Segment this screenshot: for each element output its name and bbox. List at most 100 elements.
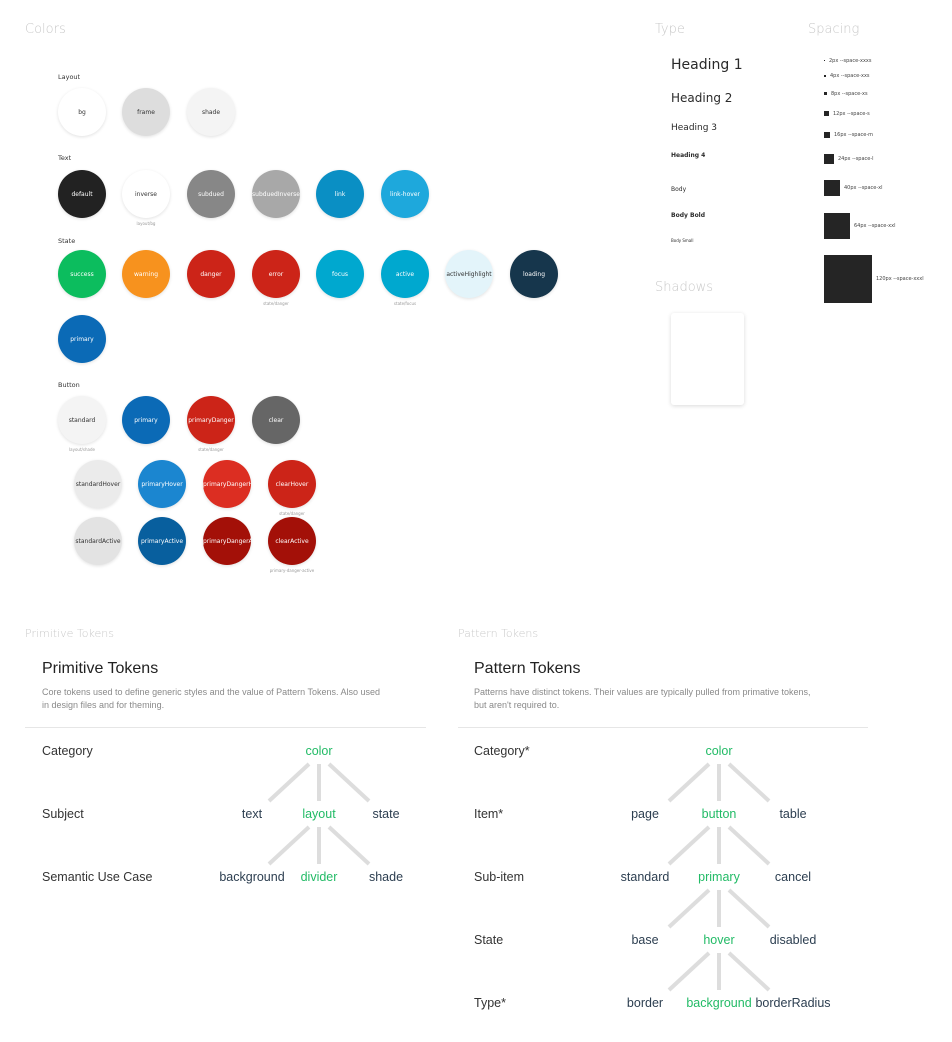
tree-connector: [727, 888, 771, 929]
color-swatch: primaryDangerActive: [203, 517, 251, 565]
swatch-name: focus: [331, 270, 348, 278]
primitive-tokens-description: Core tokens used to define generic style…: [42, 686, 380, 712]
tree-connector: [667, 888, 711, 929]
tree-connector: [327, 762, 371, 803]
swatch-name: active: [395, 270, 415, 278]
swatch-name: standardHover: [75, 480, 121, 488]
tree-level-label: Category: [42, 744, 93, 758]
color-swatch: focus: [316, 250, 364, 298]
color-swatch: primary: [58, 315, 106, 363]
shadows-section-title: Shadows: [655, 280, 714, 295]
swatch-alias-note: state/danger: [263, 301, 289, 306]
description-line: in design files and for theming.: [42, 700, 165, 710]
color-swatch: standardHover: [74, 460, 122, 508]
swatch-name: success: [70, 270, 94, 278]
swatch-name: standardActive: [75, 537, 121, 545]
spacing-swatch: [824, 92, 827, 95]
swatch-name: primary: [134, 416, 158, 424]
type-heading-1: Heading 1: [671, 57, 743, 73]
swatch-name: clearHover: [275, 480, 309, 488]
tree-connector: [667, 951, 711, 992]
color-swatch: link-hover: [381, 170, 429, 218]
swatch-name: danger: [200, 270, 222, 278]
spacing-swatch: [824, 60, 825, 61]
tree-node: text: [241, 807, 263, 821]
spacing-label: 2px --space-xxxs: [829, 57, 872, 64]
color-group-label: Button: [58, 381, 80, 389]
description-line: Patterns have distinct tokens. Their val…: [474, 687, 811, 697]
tree-node: button: [701, 807, 737, 821]
color-swatch: inverse: [122, 170, 170, 218]
swatch-alias-note: layout/bg: [136, 221, 156, 226]
tree-node: state: [372, 807, 400, 821]
color-swatch: clear: [252, 396, 300, 444]
color-swatch: primary: [122, 396, 170, 444]
tree-level-label: Item*: [474, 807, 504, 821]
spacing-item: 8px --space-xs: [824, 91, 868, 97]
tree-connector: [327, 825, 371, 866]
spacing-item: 16px --space-m: [824, 132, 873, 138]
swatch-name: bg: [78, 108, 86, 116]
token-tree-connectors: [267, 762, 771, 992]
swatch-name: loading: [522, 270, 546, 278]
shadow-sample-card: [671, 313, 744, 405]
color-swatch: subdued: [187, 170, 235, 218]
tree-node: layout: [302, 807, 336, 821]
color-swatch: primaryActive: [138, 517, 186, 565]
swatch-name: primaryHover: [141, 480, 183, 488]
tree-level-label: Semantic Use Case: [42, 870, 153, 884]
swatch-alias-note: primary-danger-active: [269, 568, 315, 573]
color-group-label: Text: [58, 154, 72, 162]
swatch-name: subdued: [198, 190, 224, 198]
spacing-label: 120px --space-xxxl: [876, 276, 924, 282]
color-swatch: bg: [58, 88, 106, 136]
spacing-label: 12px --space-s: [833, 110, 870, 117]
pattern-tokens-section-title: Pattern Tokens: [458, 627, 539, 640]
color-swatch: standard: [58, 396, 106, 444]
swatch-name: inverse: [135, 190, 157, 198]
tree-connector: [267, 762, 311, 803]
type-heading-2: Heading 2: [671, 91, 733, 105]
spacing-swatch: [824, 75, 826, 77]
color-swatch: activeHighlight: [445, 250, 493, 298]
spacing-item: 24px --space-l: [824, 154, 874, 164]
color-swatch: clearActive: [268, 517, 316, 565]
type-section-title: Type: [655, 22, 685, 37]
color-swatch: primaryHover: [138, 460, 186, 508]
tree-node: background: [686, 996, 752, 1010]
tree-node: border: [626, 996, 664, 1010]
spacing-swatch: [824, 180, 840, 196]
tree-node: color: [705, 744, 733, 758]
tree-level-label: Subject: [42, 807, 84, 821]
color-swatch: standardActive: [74, 517, 122, 565]
color-swatch: default: [58, 170, 106, 218]
swatch-name: primaryDangerActive: [203, 537, 251, 545]
color-swatch: clearHover: [268, 460, 316, 508]
type-heading-4: Heading 4: [671, 152, 706, 159]
swatch-name: warning: [133, 270, 159, 278]
tree-level-label: Type*: [474, 996, 506, 1010]
tree-connector: [667, 762, 711, 803]
tree-node: background: [219, 870, 285, 884]
spacing-label: 16px --space-m: [834, 132, 874, 138]
primitive-tokens-divider: [25, 727, 426, 728]
swatch-name: frame: [137, 108, 155, 116]
color-swatch: shade: [187, 88, 235, 136]
swatch-name: standard: [68, 416, 96, 424]
swatch-name: link: [334, 190, 346, 198]
spacing-label: 8px --space-xs: [831, 90, 868, 97]
spacing-swatch: [824, 111, 829, 116]
tree-node: standard: [620, 870, 670, 884]
tree-connector: [727, 762, 771, 803]
swatch-alias-note: state/danger: [279, 511, 305, 516]
swatch-alias-note: state/focus: [393, 301, 417, 306]
color-group-label: State: [58, 237, 76, 245]
swatch-name: error: [268, 270, 284, 278]
spacing-item: 40px --space-xl: [824, 180, 883, 196]
tree-connector: [727, 825, 771, 866]
tree-node: disabled: [769, 933, 817, 947]
tree-connector: [667, 825, 711, 866]
colors-section-title: Colors: [25, 22, 66, 37]
tree-node: divider: [300, 870, 338, 884]
primitive-tokens-section-title: Primitive Tokens: [25, 627, 114, 640]
